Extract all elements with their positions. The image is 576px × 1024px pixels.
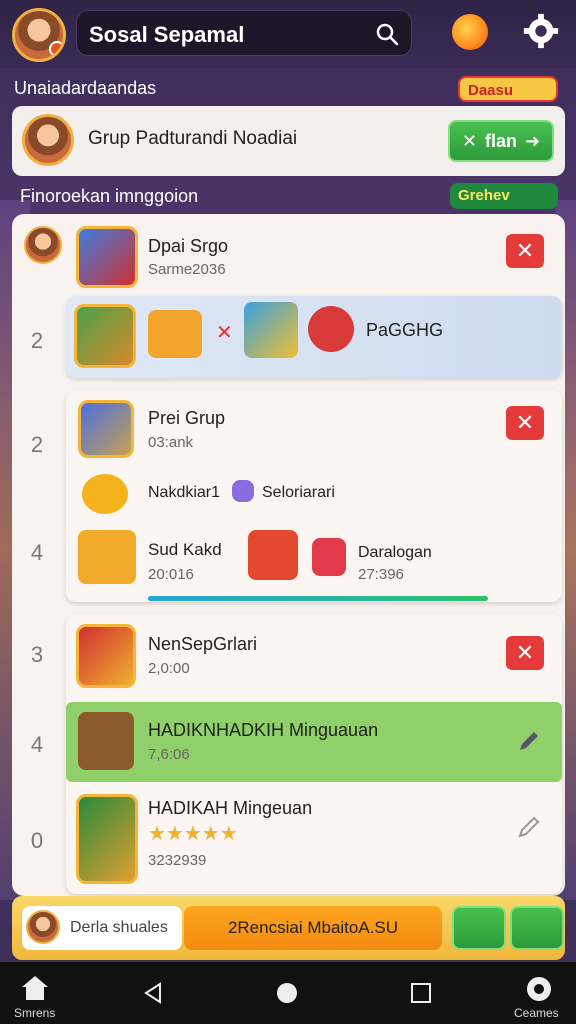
detail-line: Nakdkiar1: [148, 484, 221, 501]
promo-avatar: [26, 910, 60, 944]
settings-button[interactable]: [510, 906, 564, 950]
deals-pill[interactable]: Daasu: [458, 76, 558, 102]
boot-icon: [312, 538, 346, 576]
row-sub: Sarme2036: [148, 261, 226, 278]
row-title-2: Daralogan: [358, 544, 432, 561]
row-title: Sud Kakd: [148, 540, 222, 559]
rank-number: 4: [30, 732, 44, 757]
group-card[interactable]: Grup Padturandi Noadiai ✕ flan ➜: [12, 106, 565, 176]
game-icon: [74, 304, 136, 368]
promo-input[interactable]: Derla shuales: [22, 906, 182, 950]
section-heading-2: Finoroekan imnggoion: [20, 186, 199, 206]
join-button[interactable]: ✕ flan ➜: [448, 120, 554, 162]
row-label: PaGGHG: [366, 320, 444, 340]
group-name: Grup Padturandi Noadiai: [88, 128, 298, 149]
gem-icon: [232, 480, 254, 502]
star-rating-icon: ★★★★★: [148, 823, 238, 845]
bomb-icon[interactable]: [452, 14, 488, 50]
search-icon[interactable]: [375, 22, 399, 46]
game-icon: [76, 226, 138, 288]
back-icon[interactable]: [142, 982, 164, 1004]
home-icon[interactable]: [20, 974, 50, 1002]
group-avatar: [22, 114, 74, 166]
ranking-list: Dpai Srgo Sarme2036 ✕ 2 ✕ PaGGHG 2 Prei …: [12, 214, 565, 896]
game-icon: [78, 400, 134, 458]
arrow-right-icon: ➜: [525, 130, 541, 151]
search-title: Sosal Sepamal: [89, 22, 245, 47]
home-button-icon[interactable]: [276, 982, 298, 1004]
edit-icon[interactable]: [516, 728, 542, 754]
ranking-pill[interactable]: Grehev: [450, 183, 558, 209]
system-nav-bar: Smrens Ceames: [0, 962, 576, 1024]
rank-number: 0: [30, 828, 44, 853]
treasure-chest-icon: [78, 530, 136, 584]
close-icon: ✕: [216, 322, 233, 344]
rank-avatar: [24, 226, 62, 264]
promo-input-text: Derla shuales: [70, 919, 168, 936]
flower-icon: [308, 306, 354, 352]
games-icon[interactable]: [524, 974, 554, 1004]
character-icon: [244, 302, 298, 358]
row-sub: 3232939: [148, 852, 207, 869]
remove-button[interactable]: ✕: [506, 636, 544, 670]
gift-icon: [248, 530, 298, 580]
expanded-card[interactable]: Prei Grup 03:ank ✕ Nakdkiar1 Seloriarari…: [66, 390, 562, 602]
row-title: Prei Grup: [148, 408, 226, 428]
recents-icon[interactable]: [410, 982, 432, 1004]
remove-button[interactable]: ✕: [506, 406, 544, 440]
join-label: flan: [484, 130, 517, 151]
row-title: NenSepGrlari: [148, 634, 258, 654]
row-title: Dpai Srgo: [148, 236, 229, 256]
rank-number: 4: [30, 540, 44, 565]
row-sub: 20:016: [148, 566, 194, 583]
share-button[interactable]: [452, 906, 506, 950]
row-sub: 03:ank: [148, 434, 194, 451]
group-card-bottom[interactable]: NenSepGrlari 2,0:00 ✕ HADIKNHADKIH Mingu…: [66, 614, 562, 894]
rank-number: 3: [30, 642, 44, 667]
sun-icon: [82, 474, 128, 514]
nav-label-right: Ceames: [514, 1006, 559, 1020]
section-heading: Unaiadardaandas: [14, 78, 157, 98]
edit-icon[interactable]: [516, 814, 542, 840]
game-icon: [76, 794, 138, 884]
row-sub: 7,6:06: [148, 746, 190, 763]
rank-number: 2: [30, 432, 44, 457]
search-bar[interactable]: Sosal Sepamal: [76, 10, 412, 56]
row-title: HADIKAH Mingeuan: [148, 798, 313, 818]
progress-bar: [148, 596, 488, 601]
promo-cta-button[interactable]: 2Rencsiai MbaitoA.SU: [184, 906, 442, 950]
highlight-row[interactable]: ✕ PaGGHG: [66, 296, 562, 378]
join-icon: ✕: [461, 130, 477, 151]
promo-bar: Derla shuales 2Rencsiai MbaitoA.SU: [12, 896, 565, 960]
profile-avatar[interactable]: [12, 8, 66, 62]
row-title: HADIKNHADKIH Minguauan: [148, 720, 379, 740]
rank-number: 2: [30, 328, 44, 353]
remove-button[interactable]: ✕: [506, 234, 544, 268]
row-sub-2: 27:396: [358, 566, 404, 583]
notification-dot: [49, 41, 63, 57]
highlight-row-green[interactable]: HADIKNHADKIH Minguauan 7,6:06: [66, 702, 562, 782]
gear-icon[interactable]: [522, 12, 560, 50]
game-icon: [76, 624, 136, 688]
row-sub: 2,0:00: [148, 660, 190, 677]
top-bar: Sosal Sepamal: [0, 0, 576, 68]
detail-line-2: Seloriarari: [262, 484, 335, 501]
chest-icon: [78, 712, 134, 770]
nav-label-left: Smrens: [14, 1006, 56, 1020]
gift-box-icon: [148, 310, 202, 358]
